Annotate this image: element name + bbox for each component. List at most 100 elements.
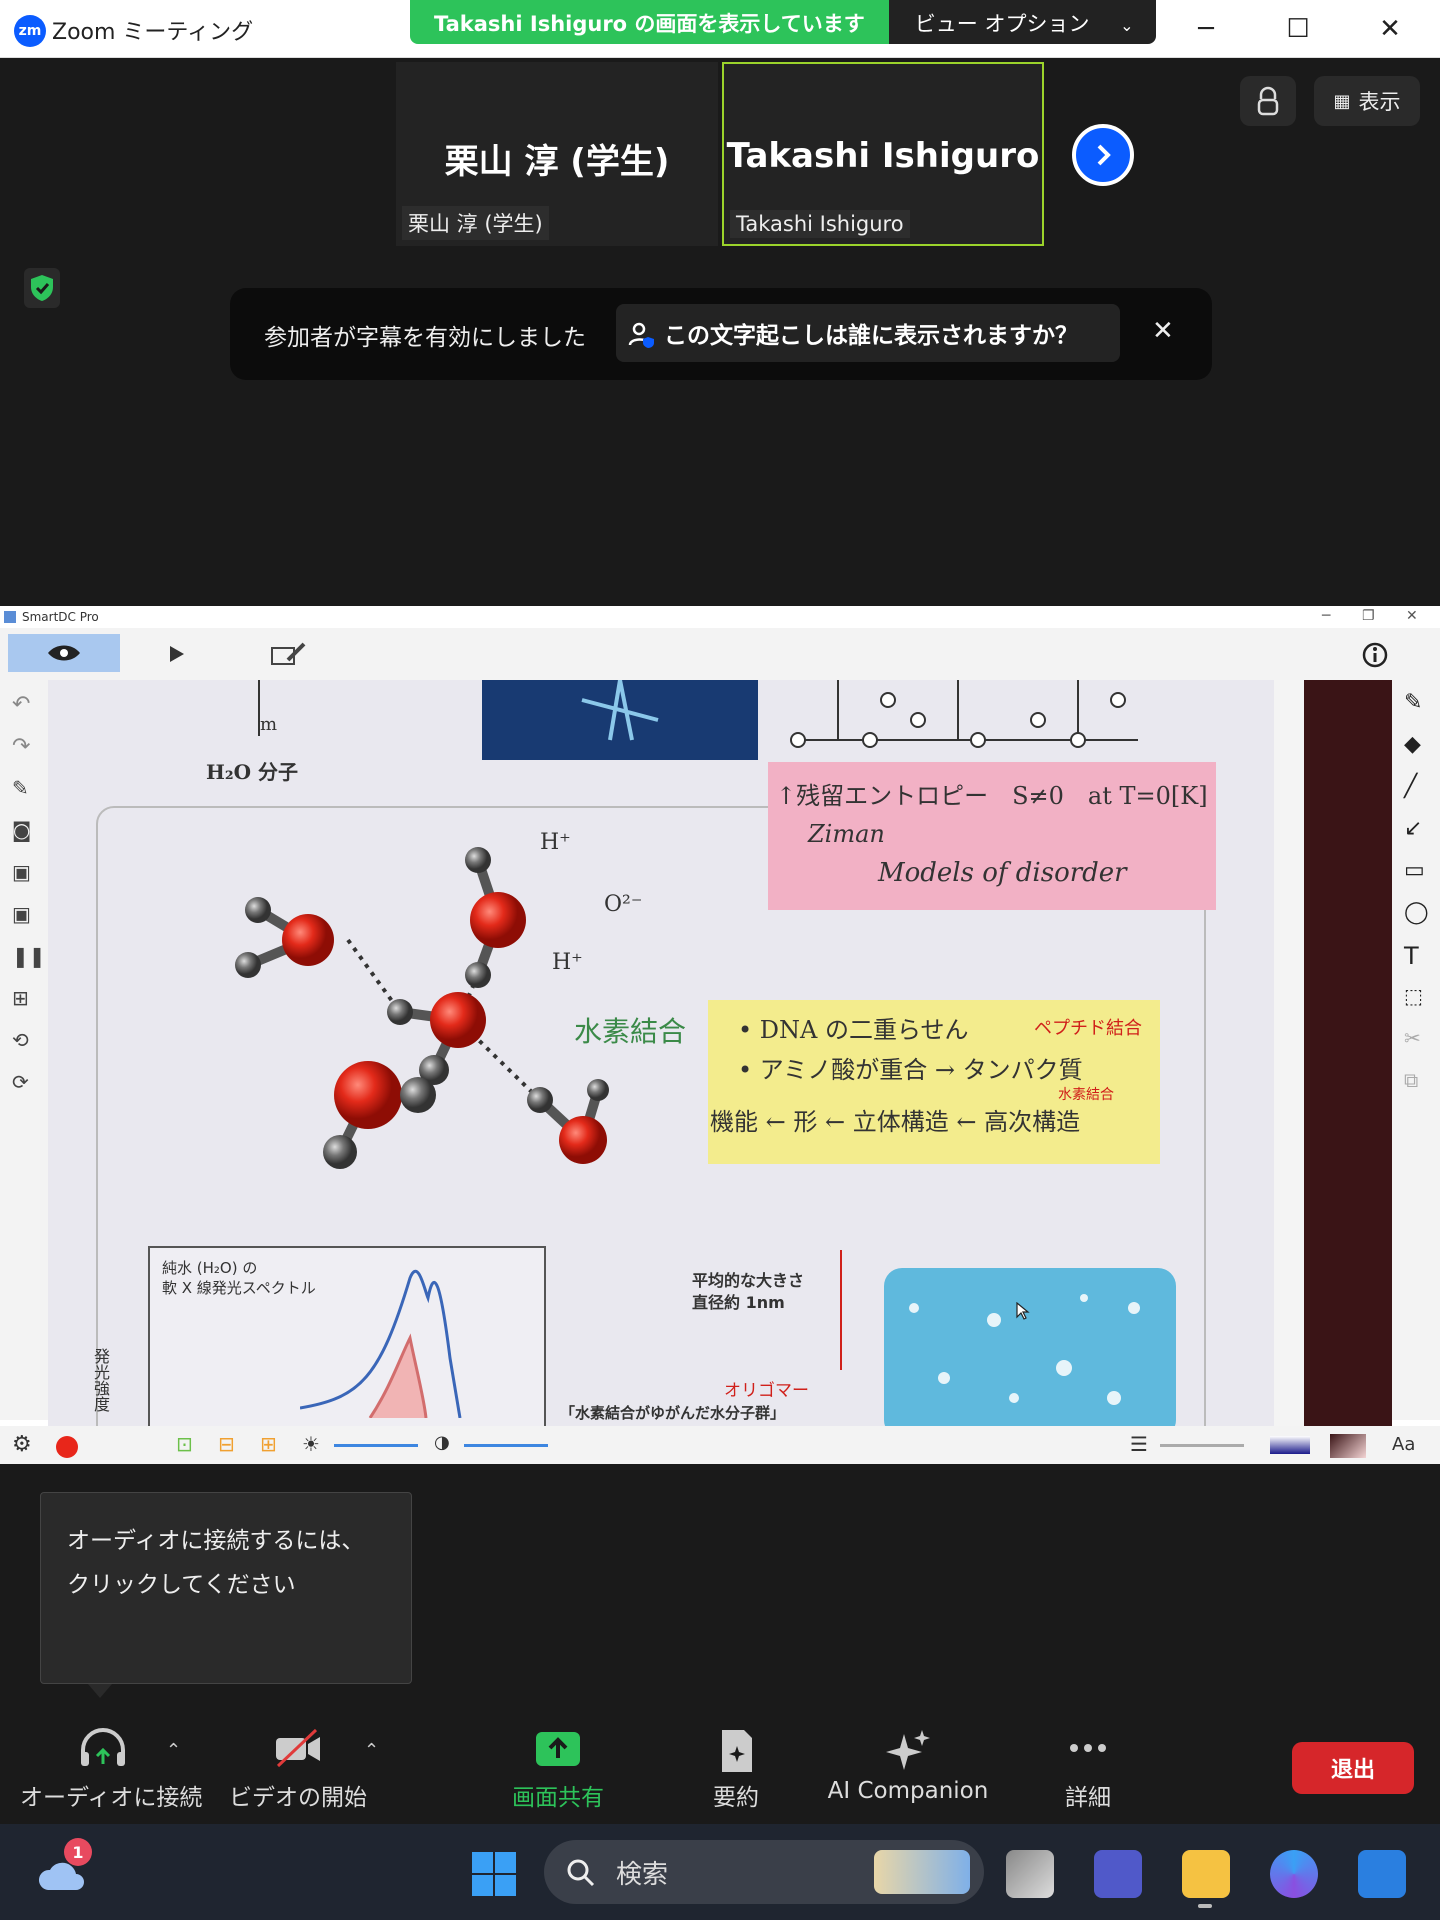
rotate-icon[interactable]: ⟳	[12, 1070, 36, 1094]
view-button[interactable]: ▦ 表示	[1314, 76, 1420, 126]
store-icon[interactable]	[1358, 1850, 1406, 1898]
video-options-caret[interactable]: ⌃	[364, 1740, 379, 1761]
text-icon[interactable]: T	[1404, 942, 1428, 970]
lines-icon[interactable]: ☰	[1130, 1432, 1148, 1456]
contrast-slider[interactable]	[464, 1444, 548, 1447]
page-edge	[1304, 680, 1392, 1426]
search-placeholder: 検索	[616, 1859, 669, 1890]
redo-icon[interactable]: ↷	[12, 734, 36, 759]
record-icon[interactable]	[56, 1436, 78, 1458]
line-icon[interactable]: ╱	[1404, 774, 1428, 799]
spectrum-box: 純水 (H₂O) の 軟 X 線発光スペクトル	[148, 1246, 546, 1426]
shared-close-button[interactable]: ✕	[1406, 608, 1418, 624]
maximize-button[interactable]: ☐	[1278, 10, 1318, 48]
app-icon	[4, 611, 16, 623]
eye-icon	[48, 645, 80, 661]
yellow-note-red1: ペプチド結合	[1034, 1018, 1142, 1039]
color-swatch-blue[interactable]	[1270, 1436, 1310, 1454]
spectrum-axis-label: 発光強度	[91, 1348, 110, 1412]
video-button[interactable]: ビデオの開始	[228, 1728, 368, 1811]
lock-button[interactable]	[1240, 76, 1296, 126]
windows-start-icon[interactable]	[470, 1850, 518, 1898]
minimize-button[interactable]: ─	[1186, 10, 1226, 48]
image-icon[interactable]: ▣	[12, 902, 36, 926]
tab-view[interactable]	[8, 634, 120, 672]
rectangle-icon[interactable]: ▭	[1404, 858, 1428, 883]
copy-icon[interactable]: ⧉	[1404, 1068, 1428, 1092]
view-options-button[interactable]: ビュー オプション ⌄	[888, 0, 1156, 44]
shared-app-titlebar: SmartDC Pro ─ ❐ ✕	[0, 606, 1440, 628]
summary-icon	[722, 1730, 752, 1772]
video-label: ビデオの開始	[229, 1785, 367, 1811]
next-page-button[interactable]	[1072, 124, 1134, 186]
copilot-icon[interactable]	[1270, 1850, 1318, 1898]
audio-options-caret[interactable]: ⌃	[166, 1740, 181, 1761]
shared-toolbar	[0, 628, 1440, 680]
font-size-button[interactable]: Aa	[1392, 1434, 1415, 1455]
arrow-icon[interactable]: ↙	[1404, 816, 1428, 841]
active-app-indicator	[1198, 1904, 1212, 1908]
chevron-down-icon: ⌄	[1120, 16, 1134, 35]
summary-button[interactable]: 要約	[678, 1728, 794, 1811]
image-icon[interactable]: ▣	[12, 860, 36, 884]
close-toast-button[interactable]: ✕	[1152, 316, 1174, 346]
autofocus-icon[interactable]: ⊡	[176, 1432, 193, 1456]
security-shield[interactable]	[24, 268, 60, 308]
file-explorer-icon[interactable]	[1182, 1850, 1230, 1898]
participant-name-display: Takashi Ishiguro	[726, 136, 1040, 176]
annotate-icon[interactable]	[270, 642, 308, 666]
teams-icon[interactable]	[1094, 1850, 1142, 1898]
leave-button[interactable]: 退出	[1292, 1742, 1414, 1794]
pink-note-line3: Models of disorder	[878, 858, 1127, 888]
oligomer-label: オリゴマー	[724, 1381, 809, 1401]
shared-restore-button[interactable]: ❐	[1362, 608, 1375, 624]
pen-icon[interactable]: ✎	[1404, 690, 1428, 715]
undo-icon[interactable]: ↶	[12, 692, 36, 717]
yellow-note-red2: 水素結合	[1058, 1087, 1114, 1103]
circle-icon[interactable]: ◯	[1404, 900, 1429, 925]
audio-button[interactable]: オーディオに接続	[20, 1728, 202, 1811]
participant-tile[interactable]: 栗山 淳 (学生) 栗山 淳 (学生)	[396, 62, 718, 246]
taskbar-search[interactable]: 検索	[544, 1840, 984, 1904]
ai-companion-button[interactable]: AI Companion	[824, 1728, 992, 1804]
spectrum-label: 純水 (H₂O) の 軟 X 線発光スペクトル	[162, 1259, 316, 1297]
more-icon	[1070, 1744, 1106, 1752]
shared-minimize-button[interactable]: ─	[1322, 608, 1330, 624]
line-width-slider[interactable]	[1160, 1444, 1244, 1447]
pink-note-line2: Ziman	[808, 820, 885, 848]
more-button[interactable]: 詳細	[1046, 1728, 1130, 1811]
task-view-icon[interactable]	[1006, 1850, 1054, 1898]
participant-name-label: 栗山 淳 (学生)	[402, 206, 549, 240]
edit-icon[interactable]: ✎	[12, 776, 36, 800]
zoom-out-icon[interactable]: ⊟	[218, 1432, 235, 1456]
rotate-icon[interactable]: ⟲	[12, 1028, 36, 1052]
select-icon[interactable]: ⬚	[1404, 984, 1428, 1008]
brightness-slider[interactable]	[334, 1444, 418, 1447]
cut-icon[interactable]: ✂	[1404, 1026, 1428, 1050]
close-window-button[interactable]: ✕	[1370, 10, 1410, 48]
pink-sticky-note: ↑残留エントロピー S≠0 at T=0[K] Ziman Models of …	[768, 762, 1216, 910]
eraser-icon[interactable]: ◆	[1404, 732, 1428, 757]
right-toolbar: ✎ ◆ ╱ ↙ ▭ ◯ T ⬚ ✂ ⧉	[1392, 680, 1440, 1420]
participant-tile-active[interactable]: Takashi Ishiguro Takashi Ishiguro	[722, 62, 1044, 246]
notification-badge: 1	[64, 1838, 92, 1866]
color-swatch-red[interactable]	[1330, 1434, 1366, 1458]
camera-icon[interactable]: ◙	[12, 818, 36, 842]
gear-icon[interactable]: ⚙	[12, 1432, 32, 1457]
sharing-status: Takashi Ishiguro の画面を表示しています	[410, 0, 889, 44]
droplet-image	[884, 1268, 1176, 1426]
info-icon[interactable]	[1362, 642, 1388, 668]
share-screen-button[interactable]: 画面共有	[496, 1728, 620, 1811]
pause-icon[interactable]: ❚❚	[12, 944, 46, 968]
captions-link-label: この文字起こしは誰に表示されますか？	[664, 323, 1078, 349]
ion-label: O²⁻	[604, 892, 643, 917]
captions-visibility-link[interactable]: この文字起こしは誰に表示されますか？	[616, 304, 1120, 362]
spectrum-curve	[300, 1269, 462, 1418]
grid-icon[interactable]: ⊞	[12, 986, 36, 1010]
zoom-in-icon[interactable]: ⊞	[260, 1432, 277, 1456]
size-indicator	[840, 1250, 842, 1370]
lattice-diagram	[790, 680, 1138, 748]
axis-line	[258, 680, 260, 736]
play-icon[interactable]	[168, 644, 186, 664]
audio-tooltip: オーディオに接続するには、クリックしてください	[40, 1492, 412, 1684]
